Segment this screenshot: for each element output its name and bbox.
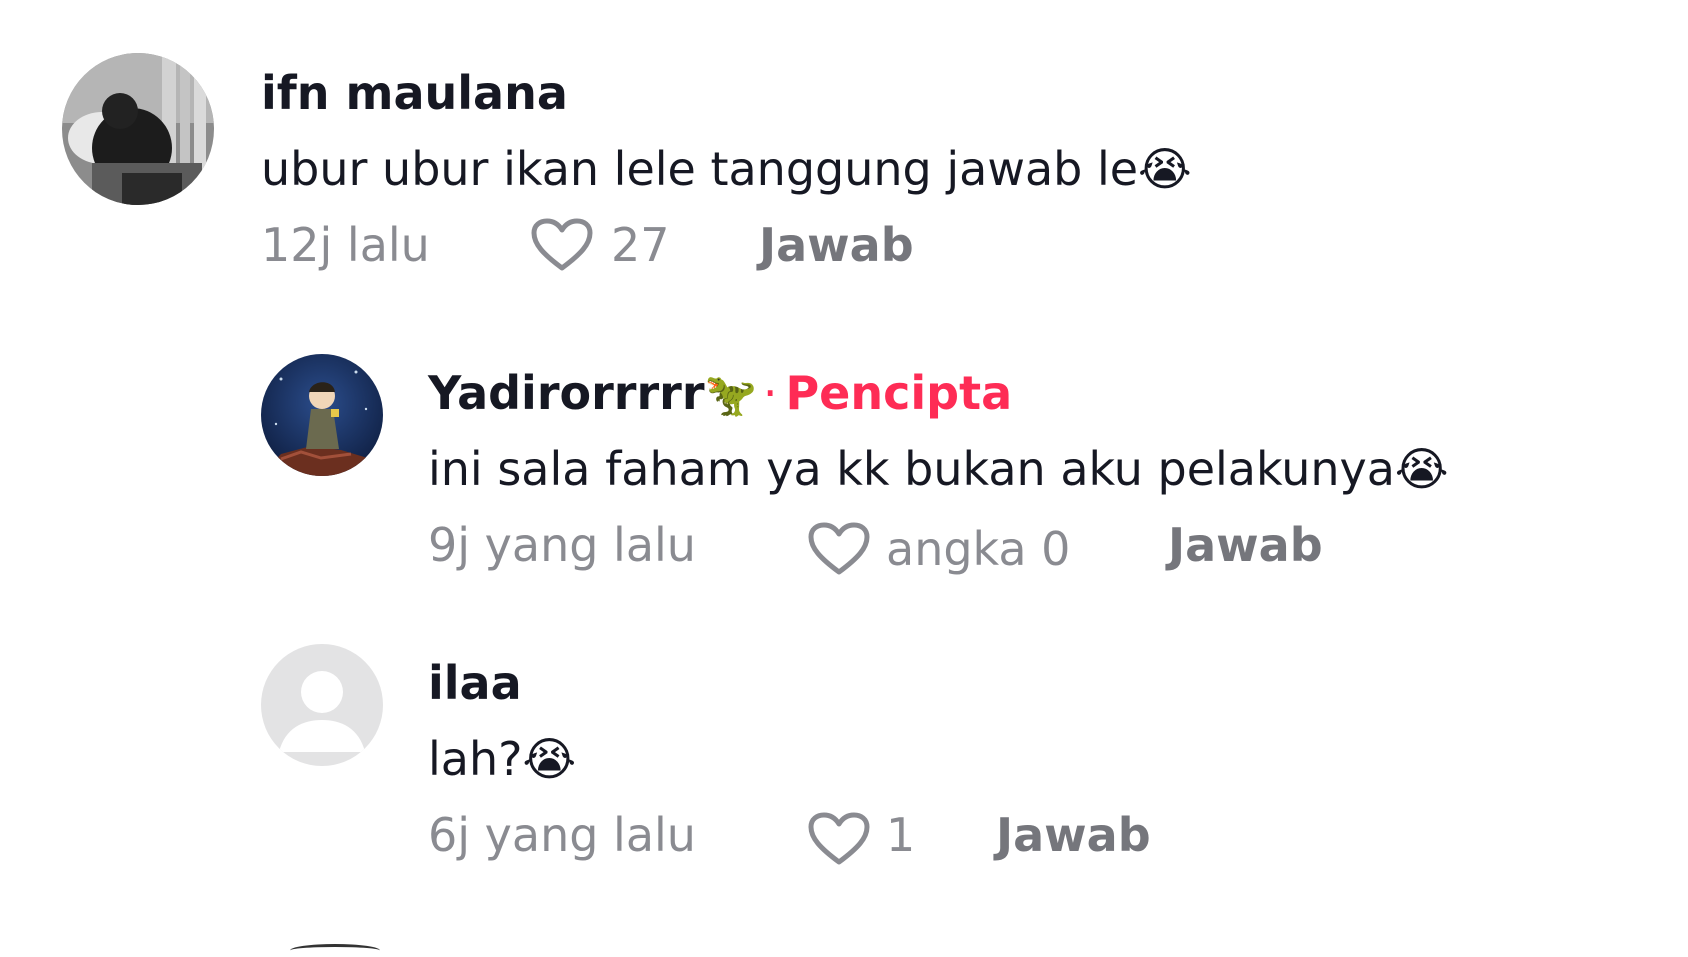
comment-author[interactable]: ilaa	[428, 660, 522, 706]
reply-button[interactable]: Jawab	[996, 812, 1151, 858]
comment-text: ubur ubur ikan lele tanggung jawab le😭	[261, 142, 1192, 196]
comment-text: lah?😭	[428, 732, 577, 786]
creator-badge: Pencipta	[785, 366, 1013, 420]
comment-item: ilaa lah?😭 6j yang lalu 1 Jawab	[0, 580, 1688, 880]
avatar-illustration	[261, 354, 383, 476]
comment-time: 9j yang lalu	[428, 518, 696, 572]
next-comment-avatar-edge	[290, 944, 380, 957]
reply-button[interactable]: Jawab	[1168, 522, 1323, 568]
creator-separator: ·	[762, 366, 778, 420]
comment-item: ifn maulana ubur ubur ikan lele tanggung…	[0, 0, 1688, 290]
default-user-icon	[261, 644, 383, 766]
avatar[interactable]	[261, 354, 383, 476]
heart-outline-icon[interactable]	[531, 218, 593, 272]
like-count: 1	[886, 808, 916, 862]
avatar[interactable]	[62, 53, 214, 205]
dino-emoji: 🦖	[704, 370, 757, 419]
comment-author[interactable]: Yadirorrrrr🦖 · Pencipta	[428, 370, 1012, 416]
comment-time: 12j lalu	[261, 218, 430, 272]
heart-outline-icon[interactable]	[808, 812, 870, 866]
comment-item: Yadirorrrrr🦖 · Pencipta ini sala faham ya …	[0, 290, 1688, 580]
reply-button[interactable]: Jawab	[759, 222, 914, 268]
comment-author[interactable]: ifn maulana	[261, 70, 568, 116]
heart-outline-icon[interactable]	[808, 522, 870, 576]
author-name[interactable]: Yadirorrrrr	[428, 366, 705, 420]
like-count: 27	[611, 218, 670, 272]
comment-time: 6j yang lalu	[428, 808, 696, 862]
avatar-photo	[62, 53, 214, 205]
comment-text: ini sala faham ya kk bukan aku pelakunya…	[428, 442, 1449, 496]
avatar[interactable]	[261, 644, 383, 766]
like-count: angka 0	[886, 522, 1071, 576]
